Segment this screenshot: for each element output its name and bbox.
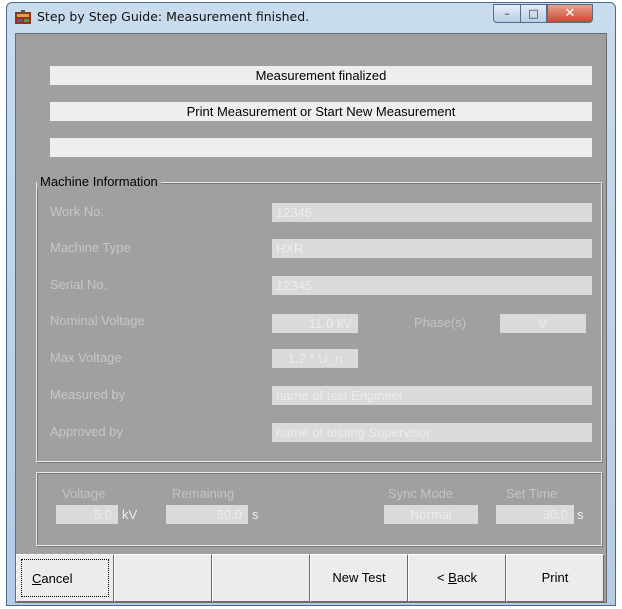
voltage-unit: kV: [122, 507, 138, 522]
phases-field: V: [500, 314, 586, 333]
empty-button-2[interactable]: [212, 554, 310, 602]
title-bar[interactable]: Step by Step Guide: Measurement finished…: [7, 3, 615, 31]
serial-no-field: 12345: [272, 276, 592, 295]
phases-label: Phase(s): [414, 315, 467, 330]
button-bar: Cancel New Test < Back Print: [16, 554, 606, 602]
machine-type-label: Machine Type: [50, 240, 131, 255]
dialog-client-area: Measurement finalized Print Measurement …: [15, 33, 607, 603]
machine-type-field: HXR: [272, 239, 592, 258]
measured-by-field: name of test Engineer: [272, 386, 592, 405]
measured-by-label: Measured by: [50, 387, 126, 402]
sync-mode-label: Sync Mode: [388, 486, 454, 501]
set-time-field: 30.0: [496, 505, 574, 524]
empty-button-1[interactable]: [114, 554, 212, 602]
nominal-voltage-label: Nominal Voltage: [50, 313, 145, 328]
max-voltage-field: 1.2 * U_n: [272, 349, 358, 368]
machine-info-title: Machine Information: [37, 174, 161, 189]
minimize-button[interactable]: –: [493, 4, 521, 23]
work-no-label: Work No.: [50, 204, 104, 219]
app-icon: [15, 10, 31, 24]
status-message-2: Print Measurement or Start New Measureme…: [50, 102, 592, 121]
voltage-label: Voltage: [62, 486, 106, 501]
remaining-unit: s: [252, 507, 259, 522]
set-time-unit: s: [577, 507, 584, 522]
remaining-label: Remaining: [172, 486, 235, 501]
approved-by-label: Approved by: [50, 424, 123, 439]
print-button[interactable]: Print: [506, 554, 604, 602]
window-title: Step by Step Guide: Measurement finished…: [37, 9, 310, 24]
nominal-voltage-field: 11.0 kV: [272, 314, 358, 333]
cancel-button[interactable]: Cancel: [16, 554, 114, 602]
dialog-window: Step by Step Guide: Measurement finished…: [6, 2, 616, 606]
serial-no-label: Serial No.: [50, 277, 108, 292]
back-button[interactable]: < Back: [408, 554, 506, 602]
new-test-button[interactable]: New Test: [310, 554, 408, 602]
set-time-label: Set Time: [506, 486, 558, 501]
remaining-field: 30.0: [166, 505, 248, 524]
max-voltage-label: Max Voltage: [50, 350, 122, 365]
sync-mode-field: Normal: [384, 505, 478, 524]
close-button[interactable]: ✕: [547, 4, 593, 23]
work-no-field: 12345: [272, 203, 592, 222]
approved-by-field: name of testing Supervisor: [272, 423, 592, 442]
maximize-button[interactable]: □: [520, 4, 547, 23]
status-message-3: [50, 138, 592, 157]
voltage-field: 5.0: [56, 505, 118, 524]
status-message-1: Measurement finalized: [50, 66, 592, 85]
